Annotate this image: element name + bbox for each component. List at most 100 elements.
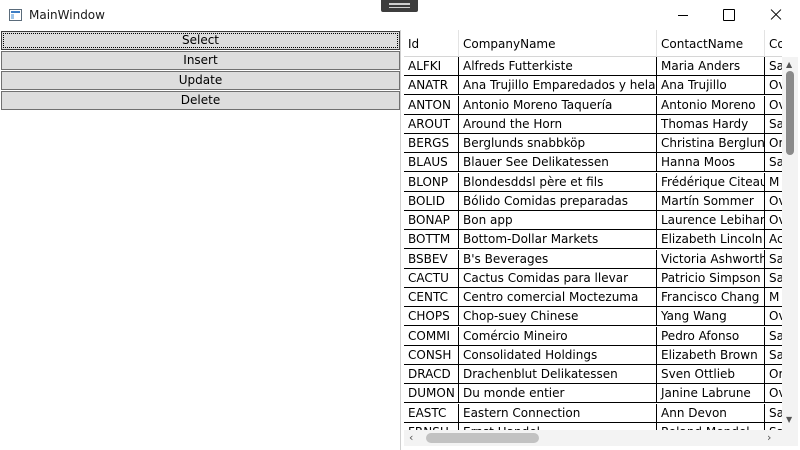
cell-contact-title[interactable]: Sa	[765, 327, 782, 346]
customers-data-grid[interactable]: Id CompanyName ContactName Co ALFKIAlfre…	[404, 30, 782, 430]
cell-contact-title[interactable]: Sa	[765, 153, 782, 172]
cell-company-name[interactable]: Ernst Handel	[459, 422, 657, 430]
drag-handle-icon[interactable]	[381, 0, 418, 12]
cell-contact-title[interactable]: Or	[765, 365, 782, 384]
cell-contact-name[interactable]: Francisco Chang	[657, 288, 765, 307]
select-button[interactable]: Select	[1, 31, 400, 50]
cell-contact-title[interactable]: Ov	[765, 192, 782, 211]
cell-contact-title[interactable]: Ov	[765, 307, 782, 326]
cell-company-name[interactable]: Berglunds snabbköp	[459, 134, 657, 153]
cell-id[interactable]: FRNSH	[404, 422, 459, 430]
cell-contact-name[interactable]: Hanna Moos	[657, 153, 765, 173]
cell-contact-name[interactable]: Elizabeth Brown	[657, 345, 765, 365]
table-row[interactable]: DRACD Drachenblut Delikatessen Sven Ottlie…	[404, 365, 782, 384]
scroll-right-icon[interactable]: ›	[767, 431, 771, 444]
table-row[interactable]: BLONP Blondesddsl père et fils Frédérique …	[404, 172, 782, 192]
cell-contact-title[interactable]: Sa	[765, 423, 782, 430]
insert-button[interactable]: Insert	[1, 51, 400, 70]
cell-company-name[interactable]: B's Beverages	[459, 249, 657, 269]
cell-company-name[interactable]: Du monde entier	[459, 384, 657, 404]
update-button[interactable]: Update	[1, 71, 400, 90]
cell-contact-name[interactable]: Thomas Hardy	[657, 114, 765, 134]
cell-id[interactable]: CONSH	[404, 345, 459, 365]
cell-contact-name[interactable]: Patricio Simpson	[657, 268, 765, 288]
cell-contact-name[interactable]: Sven Ottlieb	[657, 365, 765, 384]
table-row[interactable]: ANTON Antonio Moreno Taquería Antonio More…	[404, 95, 782, 115]
table-row[interactable]: CONSH Consolidated Holdings Elizabeth Brow…	[404, 345, 782, 365]
cell-id[interactable]: ALFKI	[404, 57, 459, 76]
maximize-button[interactable]	[706, 0, 752, 30]
cell-contact-title[interactable]: M	[765, 288, 782, 307]
cell-contact-title[interactable]: Ac	[765, 230, 782, 249]
cell-contact-name[interactable]: Frédérique Citeaux	[657, 172, 765, 192]
column-header-contact-name[interactable]: ContactName	[657, 30, 765, 57]
table-row[interactable]: BLAUSBlauer See DelikatessenHanna MoosSa	[404, 153, 782, 173]
table-row[interactable]: BOLID Bólido Comidas preparadas Martín Som…	[404, 191, 782, 211]
column-header-id[interactable]: Id	[404, 30, 459, 57]
cell-company-name[interactable]: Antonio Moreno Taquería	[459, 95, 657, 115]
table-row[interactable]: CACTU Cactus Comidas para llevar Patricio …	[404, 268, 782, 288]
cell-id[interactable]: ANTON	[404, 95, 459, 115]
table-row[interactable]: COMMIComércio MineiroPedro AfonsoSa	[404, 326, 782, 346]
cell-company-name[interactable]: Chop-suey Chinese	[459, 307, 657, 327]
column-header-contact-title[interactable]: Co	[765, 30, 782, 57]
cell-company-name[interactable]: Bólido Comidas preparadas	[459, 191, 657, 211]
cell-contact-name[interactable]: Janine Labrune	[657, 384, 765, 404]
cell-company-name[interactable]: Consolidated Holdings	[459, 345, 657, 365]
cell-id[interactable]: DRACD	[404, 365, 459, 384]
vertical-scroll-thumb[interactable]	[786, 71, 794, 155]
cell-id[interactable]: ANATR	[404, 76, 459, 96]
cell-id[interactable]: AROUT	[404, 114, 459, 134]
cell-contact-title[interactable]: Ov	[765, 96, 782, 115]
cell-contact-title[interactable]: Ov	[765, 76, 782, 95]
cell-company-name[interactable]: Comércio Mineiro	[459, 326, 657, 346]
table-row[interactable]: AROUTAround the HornThomas HardySa	[404, 114, 782, 134]
cell-contact-title[interactable]: Sa	[765, 115, 782, 134]
cell-id[interactable]: COMMI	[404, 326, 459, 346]
cell-id[interactable]: BOLID	[404, 191, 459, 211]
title-bar[interactable]: MainWindow	[0, 0, 800, 30]
table-row[interactable]: CENTC Centro comercial Moctezuma Francisco…	[404, 288, 782, 307]
cell-company-name[interactable]: Blondesddsl père et fils	[459, 172, 657, 192]
scroll-down-icon[interactable]: ▼	[786, 415, 792, 424]
table-row[interactable]: CHOPSChop-suey ChineseYang WangOv	[404, 307, 782, 327]
vertical-scrollbar[interactable]: ▲ ▼	[782, 57, 798, 430]
table-row[interactable]: EASTCEastern ConnectionAnn DevonSa	[404, 403, 782, 423]
cell-contact-name[interactable]: Laurence Lebihan	[657, 211, 765, 230]
minimize-button[interactable]	[660, 0, 706, 30]
horizontal-scroll-thumb[interactable]	[426, 433, 539, 443]
cell-id[interactable]: CENTC	[404, 288, 459, 307]
cell-contact-name[interactable]: Antonio Moreno	[657, 95, 765, 115]
cell-company-name[interactable]: Cactus Comidas para llevar	[459, 268, 657, 288]
cell-id[interactable]: BONAP	[404, 211, 459, 230]
cell-id[interactable]: BLAUS	[404, 153, 459, 173]
scroll-up-icon[interactable]: ▲	[786, 60, 792, 69]
cell-id[interactable]: BOTTM	[404, 230, 459, 250]
cell-contact-name[interactable]: Yang Wang	[657, 307, 765, 327]
table-row[interactable]: BONAPBon appLaurence LebihanOv	[404, 211, 782, 230]
cell-id[interactable]: DUMON	[404, 384, 459, 404]
cell-id[interactable]: BSBEV	[404, 249, 459, 269]
cell-contact-title[interactable]: Ov	[765, 384, 782, 403]
cell-company-name[interactable]: Around the Horn	[459, 114, 657, 134]
cell-company-name[interactable]: Eastern Connection	[459, 403, 657, 423]
horizontal-scrollbar[interactable]: ‹ ›	[404, 430, 782, 446]
cell-contact-title[interactable]: Sa	[765, 346, 782, 365]
cell-contact-title[interactable]: Sa	[765, 57, 782, 76]
cell-id[interactable]: BLONP	[404, 172, 459, 192]
cell-contact-name[interactable]: Pedro Afonso	[657, 326, 765, 346]
cell-contact-name[interactable]: Maria Anders	[657, 57, 765, 76]
cell-company-name[interactable]: Bottom-Dollar Markets	[459, 230, 657, 250]
table-row[interactable]: ALFKIAlfreds FutterkisteMaria AndersSa	[404, 57, 782, 76]
cell-contact-title[interactable]: Or	[765, 134, 782, 153]
cell-contact-name[interactable]: Roland Mendel	[657, 422, 765, 430]
cell-contact-name[interactable]: Christina Berglund	[657, 134, 765, 153]
table-row[interactable]: BERGS Berglunds snabbköp Christina Berglun…	[404, 134, 782, 153]
cell-id[interactable]: CHOPS	[404, 307, 459, 327]
cell-contact-name[interactable]: Ann Devon	[657, 403, 765, 423]
close-button[interactable]	[752, 0, 798, 30]
cell-contact-title[interactable]: Ov	[765, 211, 782, 230]
cell-company-name[interactable]: Blauer See Delikatessen	[459, 153, 657, 173]
cell-id[interactable]: CACTU	[404, 268, 459, 288]
cell-contact-name[interactable]: Victoria Ashworth	[657, 249, 765, 269]
